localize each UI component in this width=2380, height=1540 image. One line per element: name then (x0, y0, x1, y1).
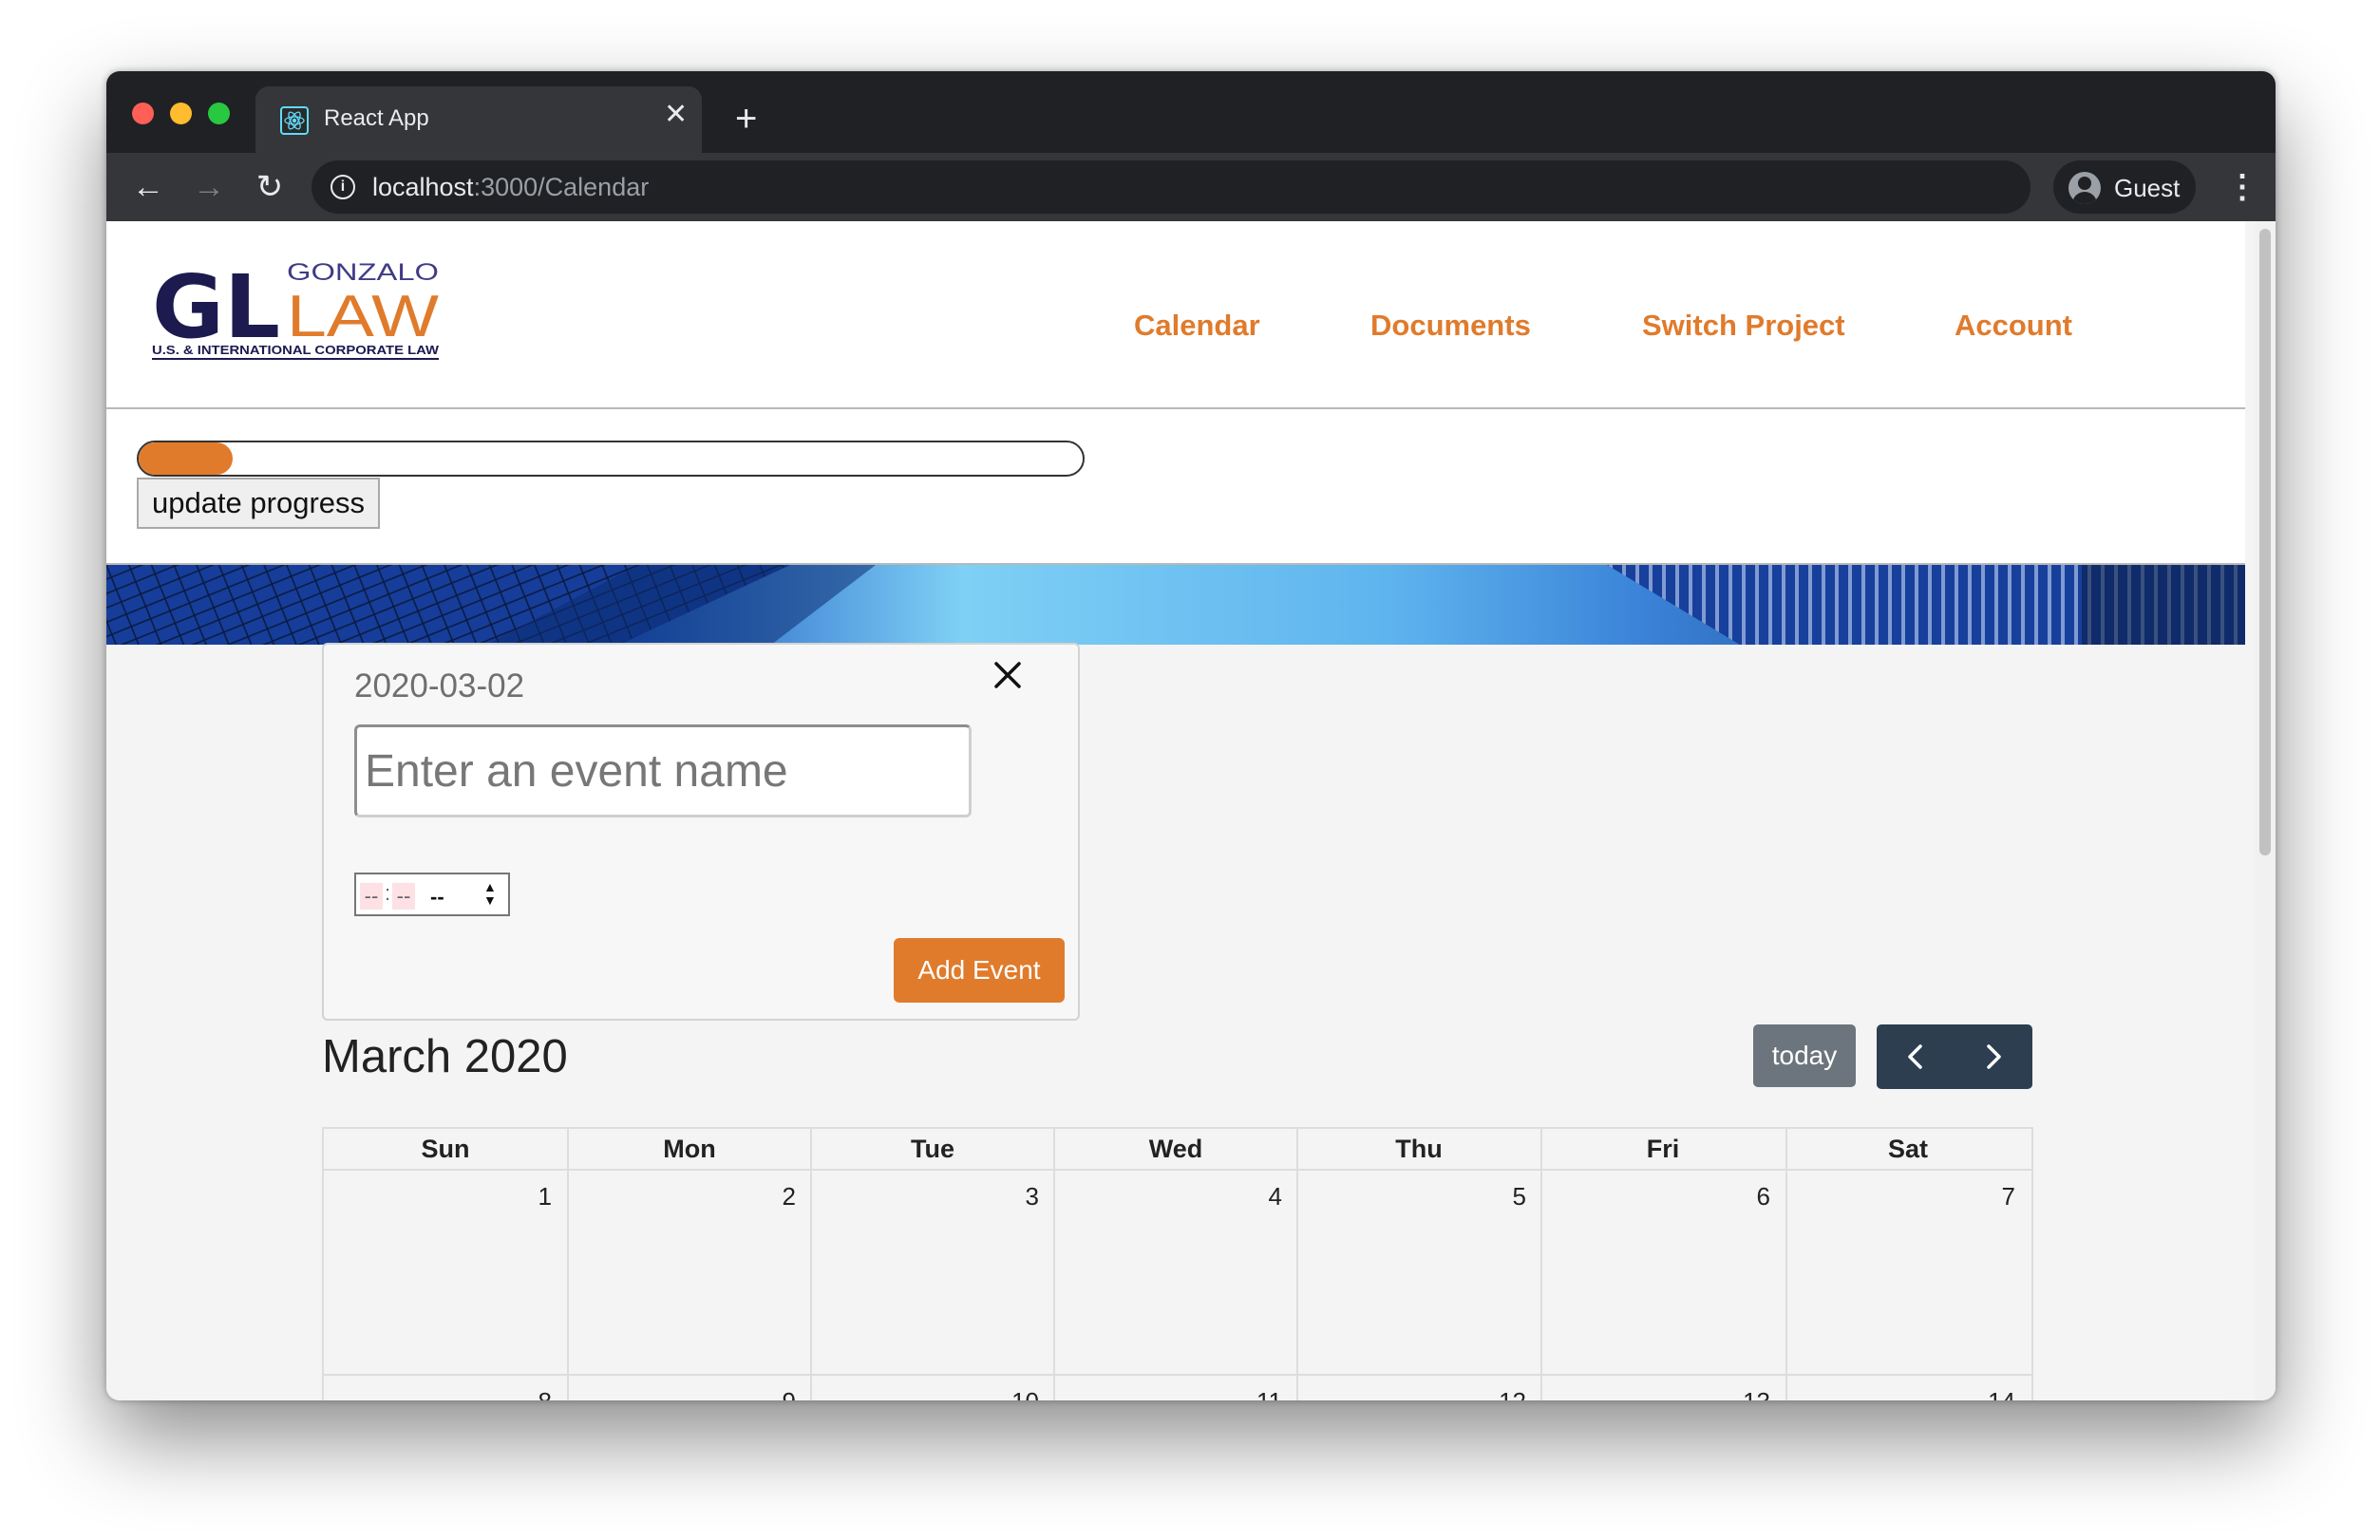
calendar-nav-group (1877, 1024, 2032, 1089)
time-minutes-field[interactable]: -- (392, 883, 415, 910)
tab-close-icon[interactable]: ✕ (664, 101, 688, 129)
dow-tue: Tue (911, 1135, 954, 1163)
event-time-input[interactable]: -- : -- -- ▲ ▼ (354, 873, 510, 916)
dow-wed: Wed (1148, 1135, 1203, 1163)
site-header: GL GONZALO LAW U.S. & INTERNATIONAL CORP… (106, 221, 2245, 409)
page-scrollbar[interactable] (2255, 221, 2276, 1400)
day-cell-3[interactable]: 3 (811, 1182, 1039, 1211)
calendar-title: March 2020 (322, 1031, 568, 1082)
url-text[interactable]: localhost:3000/Calendar (372, 173, 649, 202)
progress-bar (137, 441, 1085, 477)
time-stepper-icon[interactable]: ▲ ▼ (483, 880, 497, 907)
profile-label: Guest (2114, 174, 2181, 202)
scrollbar-thumb[interactable] (2259, 229, 2271, 855)
kebab-menu-icon[interactable]: ⋮ (2226, 166, 2258, 208)
nav-documents-link[interactable]: Documents (1370, 309, 1531, 343)
svg-text:GONZALO: GONZALO (287, 261, 439, 286)
close-icon[interactable] (987, 654, 1029, 696)
gonzalo-law-logo[interactable]: GL GONZALO LAW U.S. & INTERNATIONAL CORP… (152, 256, 456, 366)
dow-mon: Mon (663, 1135, 716, 1163)
month-grid: Sun Mon Tue Wed Thu Fri Sat 1 2 3 4 5 6 … (322, 1127, 2033, 1400)
update-progress-button[interactable]: update progress (137, 478, 380, 529)
dow-sat: Sat (1887, 1135, 1929, 1163)
url-host: localhost (372, 173, 474, 201)
day-cell-14[interactable]: 14 (1787, 1387, 2015, 1400)
grid-divider (1053, 1129, 1055, 1400)
time-ampm-field[interactable]: -- (430, 885, 444, 910)
reload-icon[interactable]: ↻ (251, 168, 289, 206)
new-tab-plus-icon[interactable]: + (735, 100, 757, 138)
day-cell-12[interactable]: 12 (1298, 1387, 1526, 1400)
tab-strip: React App ✕ + (106, 71, 2276, 153)
grid-divider (567, 1129, 569, 1400)
week-divider (324, 1374, 2031, 1376)
guest-avatar-icon (2068, 172, 2101, 204)
minimize-window-button[interactable] (170, 103, 192, 124)
url-path: :3000/Calendar (473, 173, 650, 201)
nav-switch-project-link[interactable]: Switch Project (1642, 309, 1845, 343)
back-arrow-icon[interactable]: ← (129, 168, 167, 206)
time-hours-field[interactable]: -- (360, 883, 383, 910)
progress-section: update progress (106, 409, 2245, 565)
site-info-icon[interactable]: i (331, 175, 355, 199)
day-cell-2[interactable]: 2 (568, 1182, 796, 1211)
next-month-chevron-icon[interactable] (1955, 1024, 2032, 1089)
browser-window: React App ✕ + ← → ↻ i localhost:3000/Cal… (106, 71, 2276, 1400)
nav-account-link[interactable]: Account (1955, 309, 2072, 343)
nav-calendar-link[interactable]: Calendar (1134, 309, 1260, 343)
day-cell-11[interactable]: 11 (1054, 1387, 1282, 1400)
day-cell-6[interactable]: 6 (1542, 1182, 1770, 1211)
tab-title: React App (324, 105, 429, 131)
browser-toolbar: ← → ↻ i localhost:3000/Calendar Guest ⋮ (106, 153, 2276, 221)
day-cell-13[interactable]: 13 (1542, 1387, 1770, 1400)
day-cell-8[interactable]: 8 (324, 1387, 552, 1400)
time-separator: : (385, 881, 391, 905)
grid-divider (810, 1129, 812, 1400)
forward-arrow-icon[interactable]: → (190, 168, 228, 206)
day-cell-1[interactable]: 1 (324, 1182, 552, 1211)
day-cell-10[interactable]: 10 (811, 1387, 1039, 1400)
event-date-label: 2020-03-02 (354, 667, 525, 704)
address-bar[interactable]: i localhost:3000/Calendar (312, 160, 2031, 214)
grid-divider (1296, 1129, 1298, 1400)
today-button[interactable]: today (1753, 1024, 1856, 1087)
profile-button[interactable]: Guest (2053, 160, 2196, 214)
grid-divider (1785, 1129, 1787, 1400)
close-window-button[interactable] (132, 103, 154, 124)
day-cell-4[interactable]: 4 (1054, 1182, 1282, 1211)
prev-month-chevron-icon[interactable] (1877, 1024, 1955, 1089)
day-cell-9[interactable]: 9 (568, 1387, 796, 1400)
react-icon (280, 106, 309, 135)
day-cell-5[interactable]: 5 (1298, 1182, 1526, 1211)
svg-text:LAW: LAW (287, 284, 440, 349)
page-viewport: GL GONZALO LAW U.S. & INTERNATIONAL CORP… (106, 221, 2276, 1400)
svg-text:U.S. & INTERNATIONAL CORPORATE: U.S. & INTERNATIONAL CORPORATE LAW (152, 343, 440, 357)
grid-divider (1540, 1129, 1542, 1400)
dow-fri: Fri (1646, 1135, 1680, 1163)
day-cell-7[interactable]: 7 (1787, 1182, 2015, 1211)
event-name-input[interactable] (354, 724, 972, 817)
tab-react-app[interactable]: React App ✕ (255, 86, 702, 153)
dow-sun: Sun (421, 1135, 470, 1163)
day-of-week-header: Sun Mon Tue Wed Thu Fri Sat (324, 1129, 2031, 1171)
event-form-card: 2020-03-02 -- : -- -- ▲▼ Add Event (322, 643, 1080, 1021)
add-event-button[interactable]: Add Event (894, 938, 1065, 1003)
skyscraper-banner-image (106, 565, 2245, 645)
dow-thu: Thu (1395, 1135, 1443, 1163)
progress-fill (139, 442, 234, 475)
zoom-window-button[interactable] (208, 103, 230, 124)
